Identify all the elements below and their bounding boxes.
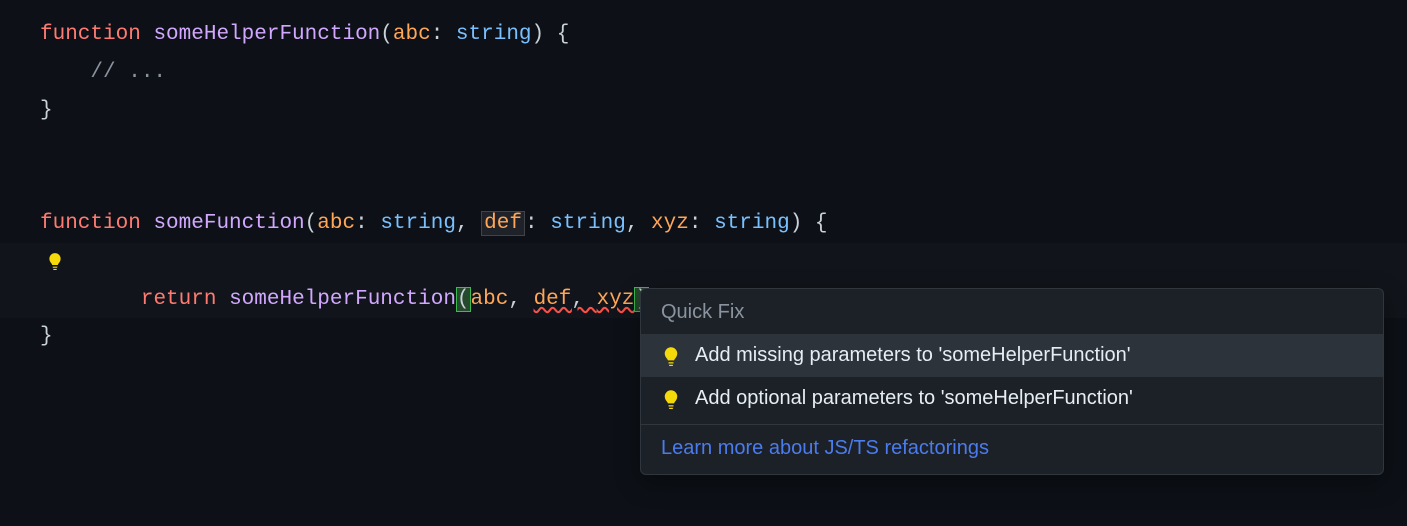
lightbulb-icon <box>661 389 681 409</box>
parameter: abc <box>393 23 431 46</box>
keyword-function: function <box>40 212 141 235</box>
paren-match-open: ( <box>456 287 471 312</box>
parameter-highlighted: def <box>481 211 525 236</box>
lightbulb-icon[interactable] <box>44 250 66 272</box>
function-call: someHelperFunction <box>229 288 456 311</box>
lightbulb-icon <box>661 346 681 366</box>
type-annotation: string <box>714 212 790 235</box>
keyword-function: function <box>40 23 141 46</box>
quickfix-item-label: Add missing parameters to 'someHelperFun… <box>695 344 1131 367</box>
keyword-return: return <box>141 288 217 311</box>
argument: abc <box>471 288 509 311</box>
code-line[interactable] <box>0 129 1407 167</box>
function-name: someHelperFunction <box>153 23 380 46</box>
type-annotation: string <box>380 212 456 235</box>
code-line[interactable]: function someHelperFunction(abc: string)… <box>0 16 1407 54</box>
function-name: someFunction <box>153 212 304 235</box>
type-annotation: string <box>456 23 532 46</box>
quickfix-learn-more-link[interactable]: Learn more about JS/TS refactorings <box>641 425 1383 474</box>
parameter: abc <box>317 212 355 235</box>
comment: // ... <box>90 61 166 84</box>
code-line[interactable]: } <box>0 92 1407 130</box>
code-line[interactable] <box>0 167 1407 205</box>
argument-error: xyz <box>597 288 635 311</box>
code-line[interactable]: function someFunction(abc: string, def: … <box>0 205 1407 243</box>
parameter: xyz <box>651 212 689 235</box>
quickfix-item-label: Add optional parameters to 'someHelperFu… <box>695 387 1133 410</box>
type-annotation: string <box>550 212 626 235</box>
quickfix-item-add-optional[interactable]: Add optional parameters to 'someHelperFu… <box>641 377 1383 420</box>
code-line[interactable]: // ... <box>0 54 1407 92</box>
argument-error: def <box>534 288 572 311</box>
quickfix-popup: Quick Fix Add missing parameters to 'som… <box>640 288 1384 475</box>
quickfix-title: Quick Fix <box>641 289 1383 334</box>
quickfix-item-add-missing[interactable]: Add missing parameters to 'someHelperFun… <box>641 334 1383 377</box>
